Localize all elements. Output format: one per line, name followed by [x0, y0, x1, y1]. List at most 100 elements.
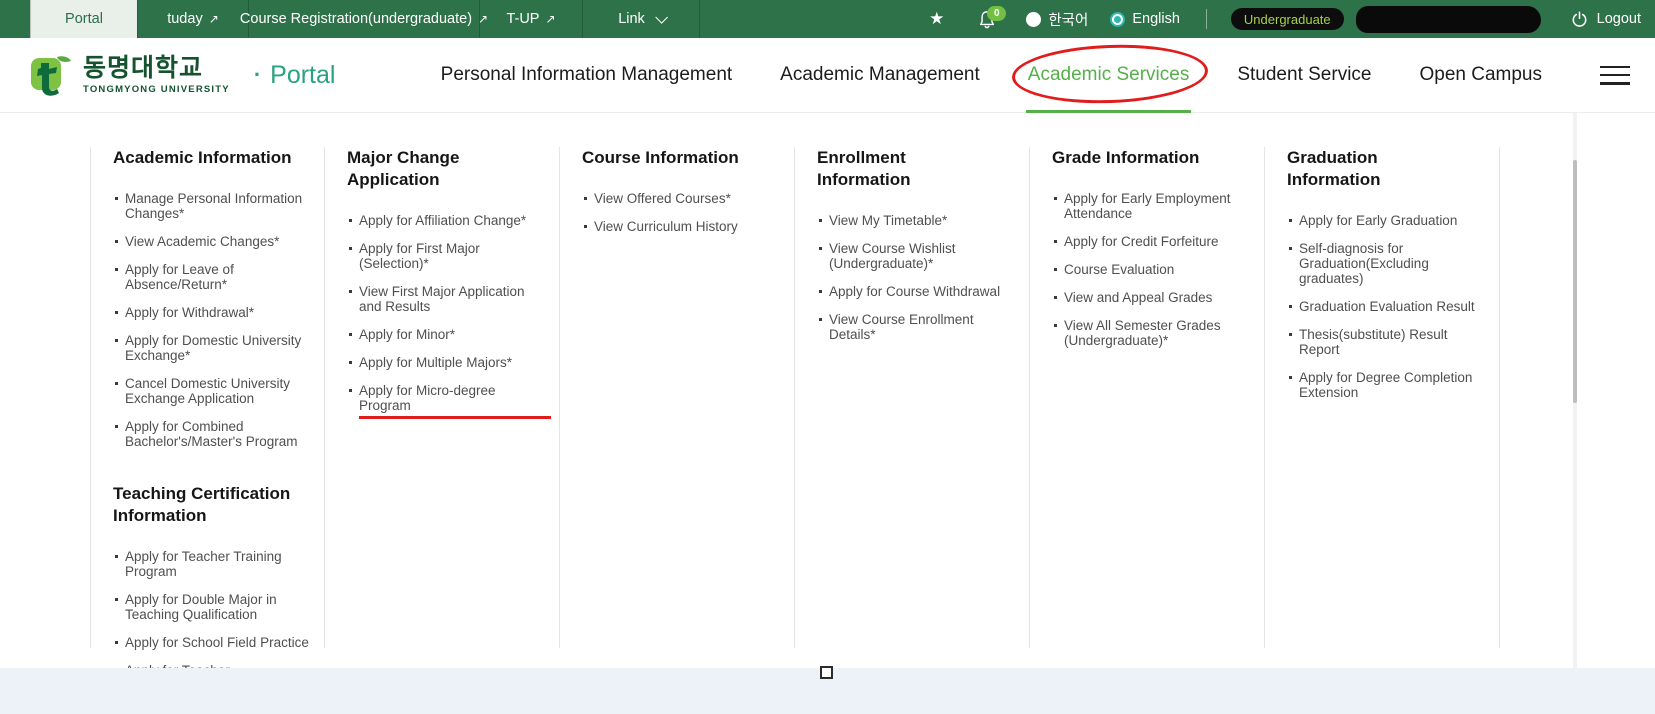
resize-handle[interactable]	[820, 666, 833, 679]
menu-item-apply-for-double-major-in-teaching-qualification[interactable]: Apply for Double Major in Teaching Quali…	[113, 592, 312, 622]
menu-item-view-offered-courses[interactable]: View Offered Courses*	[582, 191, 782, 206]
menu-item-apply-for-leave-of-absence-return[interactable]: Apply for Leave of Absence/Return*	[113, 262, 312, 292]
menu-item-view-my-timetable[interactable]: View My Timetable*	[817, 213, 1017, 228]
menu-item-graduation-evaluation-result[interactable]: Graduation Evaluation Result	[1287, 299, 1487, 314]
menu-item-apply-for-degree-completion-extension[interactable]: Apply for Degree Completion Extension	[1287, 370, 1487, 400]
menu-item-label: Apply for Combined Bachelor's/Master's P…	[125, 419, 297, 449]
menu-item-apply-for-first-major-selection[interactable]: Apply for First Major (Selection)*	[347, 241, 547, 271]
topbar-tab-label: Link	[618, 11, 645, 27]
language-option-english[interactable]: English	[1110, 11, 1180, 27]
menu-item-apply-for-withdrawal[interactable]: Apply for Withdrawal*	[113, 305, 312, 320]
logout-button[interactable]: Logout	[1571, 11, 1641, 28]
menu-item-label: View Academic Changes*	[125, 234, 279, 249]
nav-item-label: Open Campus	[1419, 64, 1542, 85]
mega-menu-columns: Academic Information Manage Personal Info…	[90, 113, 1655, 648]
topbar-tab-t-up[interactable]: T-UP↗	[479, 0, 582, 38]
menu-group-title: Graduation Information	[1287, 147, 1472, 191]
logo-korean-name: 동명대학교	[83, 56, 230, 81]
menu-group-title: Teaching Certification Information	[113, 483, 298, 527]
menu-item-label: Apply for School Field Practice	[125, 635, 309, 650]
nav-item-academic-management[interactable]: Academic Management	[780, 38, 980, 112]
nav-item-personal-information-management[interactable]: Personal Information Management	[441, 38, 733, 112]
header: 동명대학교 TONGMYONG UNIVERSITY · Portal Pers…	[0, 38, 1655, 113]
scrollbar-thumb[interactable]	[1573, 160, 1577, 403]
radio-selected-icon	[1110, 12, 1125, 27]
menu-group-title: Grade Information	[1052, 147, 1237, 169]
menu-item-apply-for-multiple-majors[interactable]: Apply for Multiple Majors*	[347, 355, 547, 370]
menu-item-label: Apply for Double Major in Teaching Quali…	[125, 592, 277, 622]
menu-item-course-evaluation[interactable]: Course Evaluation	[1052, 262, 1252, 277]
menu-list: Apply for Early Graduation Self-diagnosis…	[1287, 213, 1487, 400]
menu-item-apply-for-teacher-training-program[interactable]: Apply for Teacher Training Program	[113, 549, 312, 579]
topbar-tab-portal[interactable]: Portal	[30, 0, 137, 38]
topbar-tab-label: Course Registration(undergraduate)	[240, 11, 472, 27]
menu-column-4: Enrollment InformationView My Timetable*…	[795, 147, 1030, 648]
university-logo[interactable]: 동명대학교 TONGMYONG UNIVERSITY · Portal	[27, 53, 335, 97]
menu-item-view-curriculum-history[interactable]: View Curriculum History	[582, 219, 782, 234]
menu-item-apply-for-school-field-practice[interactable]: Apply for School Field Practice	[113, 635, 312, 650]
language-label: 한국어	[1048, 9, 1088, 30]
menu-item-thesis-substitute-result-report[interactable]: Thesis(substitute) Result Report	[1287, 327, 1487, 357]
power-icon	[1571, 11, 1588, 28]
topbar-tab-tuday[interactable]: tuday↗	[137, 0, 248, 38]
topbar-tab-course-registration-undergraduate[interactable]: Course Registration(undergraduate)↗	[248, 0, 479, 38]
menu-item-label: Apply for Degree Completion Extension	[1299, 370, 1472, 400]
menu-item-view-course-wishlist-undergraduate[interactable]: View Course Wishlist (Undergraduate)*	[817, 241, 1017, 271]
menu-column-6: Graduation Information Apply for Early Gr…	[1265, 147, 1500, 648]
menu-item-manage-personal-information-changes[interactable]: Manage Personal Information Changes*	[113, 191, 312, 221]
nav-item-open-campus[interactable]: Open Campus	[1419, 38, 1542, 112]
logo-english-name: TONGMYONG UNIVERSITY	[83, 84, 230, 95]
menu-item-view-first-major-application-and-results[interactable]: View First Major Application and Results	[347, 284, 547, 314]
role-badge: Undergraduate	[1231, 8, 1344, 30]
menu-item-view-course-enrollment-details[interactable]: View Course Enrollment Details*	[817, 312, 1017, 342]
logout-label: Logout	[1597, 11, 1641, 27]
menu-item-label: Apply for First Major (Selection)*	[359, 241, 480, 271]
menu-group-graduation-information: Graduation Information Apply for Early Gr…	[1287, 147, 1487, 400]
menu-item-view-all-semester-grades-undergraduate[interactable]: View All Semester Grades (Undergraduate)…	[1052, 318, 1252, 348]
menu-item-label: Apply for Course Withdrawal	[829, 284, 1000, 299]
favorite-star-icon[interactable]: ★	[929, 9, 944, 29]
menu-item-label: Apply for Early Graduation	[1299, 213, 1457, 228]
menu-item-view-and-appeal-grades[interactable]: View and Appeal Grades	[1052, 290, 1252, 305]
menu-item-view-academic-changes[interactable]: View Academic Changes*	[113, 234, 312, 249]
menu-item-label: Apply for Teacher Training Program	[125, 549, 282, 579]
menu-item-label: View All Semester Grades (Undergraduate)…	[1064, 318, 1221, 348]
university-logo-icon	[27, 53, 73, 97]
menu-column-3: Course InformationView Offered Courses*V…	[560, 147, 795, 648]
menu-group-major-change-application: Major Change ApplicationApply for Affili…	[347, 147, 547, 413]
language-switcher: 한국어 English	[1026, 9, 1202, 30]
menu-item-label: View Offered Courses*	[594, 191, 731, 206]
menu-item-label: Apply for Micro-degree Program	[359, 383, 547, 413]
academic-services-mega-menu: Academic Information Manage Personal Info…	[0, 113, 1655, 668]
hamburger-menu-icon[interactable]	[1600, 66, 1630, 85]
topbar-tab-link[interactable]: Link	[582, 0, 700, 38]
menu-item-apply-for-course-withdrawal[interactable]: Apply for Course Withdrawal	[817, 284, 1017, 299]
menu-item-apply-for-micro-degree-program[interactable]: Apply for Micro-degree Program	[347, 383, 547, 413]
menu-item-label: Course Evaluation	[1064, 262, 1174, 277]
menu-item-label: View Course Enrollment Details*	[829, 312, 974, 342]
menu-item-apply-for-combined-bachelor-s-master-s-program[interactable]: Apply for Combined Bachelor's/Master's P…	[113, 419, 312, 449]
language-option-한국어[interactable]: 한국어	[1026, 9, 1088, 30]
menu-item-label: View My Timetable*	[829, 213, 947, 228]
menu-item-apply-for-affiliation-change[interactable]: Apply for Affiliation Change*	[347, 213, 547, 228]
menu-item-label: Apply for Withdrawal*	[125, 305, 254, 320]
menu-item-cancel-domestic-university-exchange-application[interactable]: Cancel Domestic University Exchange Appl…	[113, 376, 312, 406]
portal-screen: Portaltuday↗Course Registration(undergra…	[0, 0, 1655, 714]
menu-group-enrollment-information: Enrollment InformationView My Timetable*…	[817, 147, 1017, 342]
menu-item-apply-for-domestic-university-exchange[interactable]: Apply for Domestic University Exchange*	[113, 333, 312, 363]
menu-group-course-information: Course InformationView Offered Courses*V…	[582, 147, 782, 234]
notifications-button[interactable]: 0	[978, 10, 996, 29]
menu-item-apply-for-minor[interactable]: Apply for Minor*	[347, 327, 547, 342]
menu-column-5: Grade Information Apply for Early Employm…	[1030, 147, 1265, 648]
external-link-icon: ↗	[545, 13, 555, 25]
menu-list: Apply for Early Employment Attendance App…	[1052, 191, 1252, 348]
nav-item-student-service[interactable]: Student Service	[1237, 38, 1371, 112]
nav-item-academic-services[interactable]: Academic Services	[1028, 38, 1190, 112]
menu-item-label: View and Appeal Grades	[1064, 290, 1212, 305]
menu-item-self-diagnosis-for-graduation-excluding-graduates[interactable]: Self-diagnosis for Graduation(Excluding …	[1287, 241, 1487, 286]
menu-item-apply-for-credit-forfeiture[interactable]: Apply for Credit Forfeiture	[1052, 234, 1252, 249]
menu-item-apply-for-early-graduation[interactable]: Apply for Early Graduation	[1287, 213, 1487, 228]
menu-item-apply-for-early-employment-attendance[interactable]: Apply for Early Employment Attendance	[1052, 191, 1252, 221]
menu-group-title: Academic Information	[113, 147, 298, 169]
menu-item-label: Apply for Leave of Absence/Return*	[125, 262, 234, 292]
